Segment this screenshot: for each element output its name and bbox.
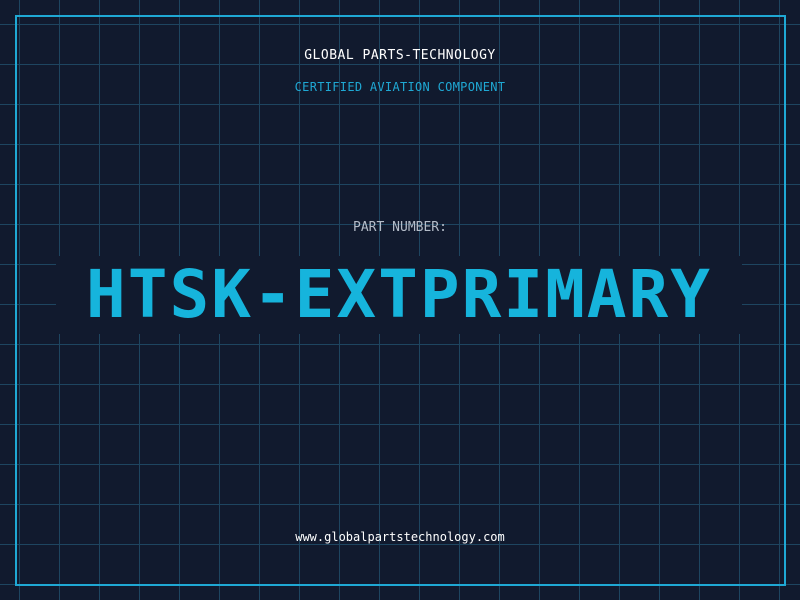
tagline: CERTIFIED AVIATION COMPONENT <box>294 80 506 94</box>
part-number-value: HTSK-EXTPRIMARY <box>85 256 713 333</box>
website-link[interactable]: www.globalpartstechnology.com <box>0 530 800 544</box>
part-number-panel: HTSK-EXTPRIMARY <box>56 256 742 334</box>
company-name: GLOBAL PARTS-TECHNOLOGY <box>304 48 496 63</box>
part-number-label: PART NUMBER: <box>353 220 447 235</box>
